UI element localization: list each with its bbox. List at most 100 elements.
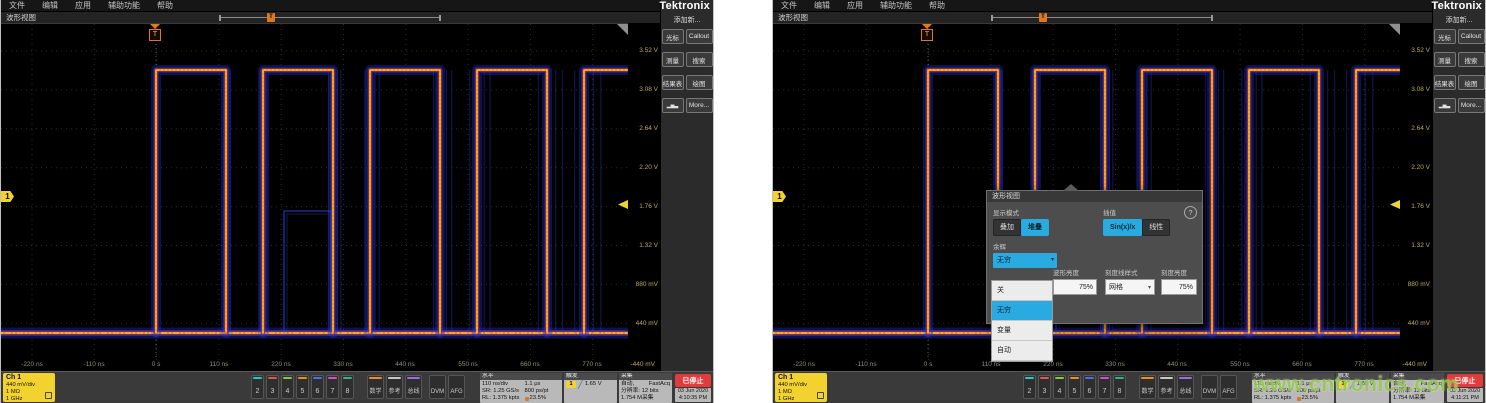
trigger-position-flag[interactable]: T	[148, 24, 162, 41]
stop-button[interactable]: 已停止	[675, 374, 711, 387]
menu-item[interactable]: 应用	[75, 0, 91, 11]
dropdown-option[interactable]: 无穷	[992, 301, 1052, 321]
trigger-panel[interactable]: 触发 1 ╱ 1.65 V	[564, 373, 617, 403]
sinx-button[interactable]: Sin(x)/x	[1103, 219, 1142, 236]
overlay-mode-button[interactable]: 叠加	[993, 219, 1021, 236]
side-panel-button[interactable]: 测量	[1434, 52, 1456, 67]
x-axis-label: 220 ns	[271, 361, 291, 368]
special-color-stripe	[388, 377, 401, 379]
linear-button[interactable]: 线性	[1142, 219, 1170, 236]
acquisition-panel[interactable]: 采集 自动,FastAcq 分辨率: 12 bits 1.754 M采集	[619, 373, 672, 403]
y-axis-label: 3.52 V	[639, 47, 658, 54]
more-button[interactable]: More...	[686, 98, 713, 113]
side-panel-button[interactable]: 光标	[1434, 29, 1456, 44]
channel-button[interactable]: 3	[266, 375, 279, 399]
plot-button[interactable]: ▂▅▃	[1434, 98, 1456, 113]
y-axis-label: 2.64 V	[1411, 125, 1430, 132]
special-button[interactable]: 参考	[1158, 375, 1175, 399]
x-axis-label: 660 ns	[1292, 361, 1312, 368]
side-panel-button[interactable]: Callout	[1458, 29, 1485, 44]
special-button[interactable]: 数学	[367, 375, 384, 399]
channel-button[interactable]: 4	[281, 375, 294, 399]
special-button[interactable]: 参考	[386, 375, 403, 399]
sample-resolution: 800 ps/pt	[525, 388, 560, 395]
channel-button[interactable]: 7	[1098, 375, 1111, 399]
aux-button[interactable]: AFG	[1220, 375, 1237, 399]
channel-button[interactable]: 6	[1083, 375, 1096, 399]
menu-item[interactable]: 应用	[847, 0, 863, 11]
aux-button[interactable]: DVM	[1201, 375, 1218, 399]
channel-button[interactable]: 7	[326, 375, 339, 399]
horizontal-pan-slider[interactable]: T	[219, 15, 441, 21]
channel-button[interactable]: 5	[1068, 375, 1081, 399]
side-panel-button[interactable]: 光标	[662, 29, 684, 44]
side-panel-button[interactable]: 测量	[662, 52, 684, 67]
waveform-plot[interactable]: T 1 波形视图 ? 显示模式 叠加 堆叠 插值 Sin(x)/x 线性	[773, 23, 1400, 361]
plot-corner-icon[interactable]	[1389, 24, 1400, 35]
menu-item[interactable]: 编辑	[42, 0, 58, 11]
menu-item[interactable]: 辅助功能	[880, 0, 912, 11]
menu-item[interactable]: 辅助功能	[108, 0, 140, 11]
channel-button[interactable]: 6	[311, 375, 324, 399]
side-panel-button[interactable]: 搜索	[686, 52, 713, 67]
more-button[interactable]: More...	[1458, 98, 1485, 113]
y-axis-label: 2.20 V	[1411, 164, 1430, 171]
channel-button[interactable]: 8	[341, 375, 354, 399]
channel-1-badge[interactable]: Ch 1 440 mV/div 1 MΩ 1 GHz	[3, 373, 55, 402]
side-panel-button[interactable]: Callout	[686, 29, 713, 44]
menu-item[interactable]: 帮助	[157, 0, 173, 11]
horizontal-pan-slider[interactable]: T	[991, 15, 1213, 21]
help-icon[interactable]: ?	[1184, 206, 1197, 219]
special-color-stripe	[407, 377, 420, 379]
waveform-plot[interactable]: T 1	[1, 23, 628, 361]
horizontal-panel[interactable]: 水平 110 ns/div 1.1 μs SR: 1.25 GS/s 800 p…	[1252, 373, 1334, 403]
trigger-position-flag[interactable]: T	[920, 24, 934, 41]
channel-button[interactable]: 2	[1023, 375, 1036, 399]
dropdown-option[interactable]: 变量	[992, 321, 1052, 341]
horizontal-panel[interactable]: 水平 110 ns/div 1.1 μs SR: 1.25 GS/s 800 p…	[480, 373, 562, 403]
side-panel-button[interactable]: 绘图	[686, 75, 713, 90]
menu-item[interactable]: 文件	[781, 0, 797, 11]
channel-button[interactable]: 2	[251, 375, 264, 399]
channel-badge-scale: 440 mV/div	[778, 382, 824, 389]
side-panel-button[interactable]: 搜索	[1458, 52, 1485, 67]
special-button-label: 总线	[407, 386, 419, 395]
y-axis-label: 880 mV	[1408, 281, 1430, 288]
channel-button[interactable]: 3	[1038, 375, 1051, 399]
slider-trigger-handle[interactable]: T	[1039, 13, 1047, 22]
stop-button[interactable]: 已停止	[1447, 374, 1483, 387]
channel-button[interactable]: 5	[296, 375, 309, 399]
special-button-label: 参考	[388, 386, 400, 395]
special-button[interactable]: 总线	[1177, 375, 1194, 399]
menu-item[interactable]: 帮助	[929, 0, 945, 11]
trigger-slope-icon: ╱	[1350, 381, 1355, 388]
side-panel-button[interactable]: 结果表	[662, 75, 684, 90]
menu-item[interactable]: 文件	[9, 0, 25, 11]
channel-button[interactable]: 4	[1053, 375, 1066, 399]
channel-1-badge[interactable]: Ch 1 440 mV/div 1 MΩ 1 GHz	[775, 373, 827, 402]
acquisition-panel[interactable]: 采集 自动,FastAcq 分辨率: 12 bits 1.754 M采集	[1391, 373, 1444, 403]
plot-corner-icon[interactable]	[617, 24, 628, 35]
special-button[interactable]: 数学	[1139, 375, 1156, 399]
plot-button[interactable]: ▂▅▃	[662, 98, 684, 113]
x-axis-label: 330 ns	[333, 361, 353, 368]
graticule-style-select[interactable]: 网格 ▾	[1105, 279, 1155, 295]
stacked-mode-button[interactable]: 堆叠	[1021, 219, 1049, 236]
dropdown-option[interactable]: 自动	[992, 341, 1052, 361]
graticule-intensity-input[interactable]: 75%	[1161, 279, 1197, 295]
side-panel-button[interactable]: 结果表	[1434, 75, 1456, 90]
trigger-panel[interactable]: 触发 1 ╱ 1.65 V	[1336, 373, 1389, 403]
special-button[interactable]: 总线	[405, 375, 422, 399]
slider-trigger-handle[interactable]: T	[267, 13, 275, 22]
menu-item[interactable]: 编辑	[814, 0, 830, 11]
dialog-notch-icon	[1063, 184, 1079, 191]
aux-button[interactable]: AFG	[448, 375, 465, 399]
persistence-select[interactable]: 无穷 ▾	[993, 253, 1057, 268]
waveform-intensity-input[interactable]: 75%	[1053, 279, 1097, 295]
channel-button[interactable]: 8	[1113, 375, 1126, 399]
dropdown-option[interactable]: 关	[992, 281, 1052, 301]
x-axis-label: -220 ns	[21, 361, 43, 368]
aux-button-label: DVM	[431, 389, 444, 395]
side-panel-button[interactable]: 绘图	[1458, 75, 1485, 90]
aux-button[interactable]: DVM	[429, 375, 446, 399]
